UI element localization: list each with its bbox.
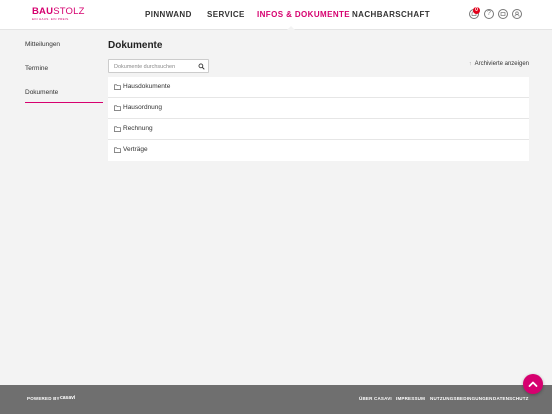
footer: POWERED BY casavi ÜBER CASAVI IMPRESSUM … [0,385,552,414]
casavi-logo[interactable]: casavi [60,395,75,401]
folder-label: Rechnung [123,125,153,132]
chevron-up-icon [528,381,538,387]
powered-by-label: POWERED BY [27,396,60,401]
nav-nachbarschaft[interactable]: NACHBARSCHAFT [352,10,430,19]
footer-link-datenschutz[interactable]: DATENSCHUTZ [493,396,529,401]
folder-label: Hausdokumente [123,83,171,90]
search-icon[interactable] [198,63,205,70]
nav-service[interactable]: SERVICE [207,10,245,19]
document-list: Hausdokumente Hausordnung Rechnung Vertr… [108,77,529,161]
folder-icon [114,147,121,153]
search-input[interactable] [114,62,194,71]
user-icon [514,11,520,17]
messages-icon[interactable] [498,9,508,19]
arrow-up-icon: ↑ [468,61,472,67]
folder-icon [114,84,121,90]
profile-icon[interactable] [512,9,522,19]
sidebar-item-mitteilungen[interactable]: Mitteilungen [25,34,103,58]
show-archived-label: Archivierte anzeigen [474,61,529,67]
folder-row[interactable]: Hausordnung [108,98,529,119]
sidebar-item-termine[interactable]: Termine [25,58,103,82]
folder-icon [114,105,121,111]
folder-row[interactable]: Rechnung [108,119,529,140]
nav-infos-dokumente[interactable]: INFOS & DOKUMENTE [257,10,350,19]
document-search [108,59,209,73]
folder-row[interactable]: Hausdokumente [108,77,529,98]
folder-icon [114,126,121,132]
active-nav-indicator [287,26,295,30]
folder-label: Hausordnung [123,104,163,111]
show-archived-toggle[interactable]: ↑ Archivierte anzeigen [469,61,529,67]
page-title: Dokumente [108,40,163,51]
nav-pinnwand[interactable]: PINNWAND [145,10,192,19]
sidebar-item-dokumente[interactable]: Dokumente [25,82,103,103]
footer-link-impressum[interactable]: IMPRESSUM [396,396,425,401]
folder-row[interactable]: Verträge [108,140,529,161]
folder-label: Verträge [123,146,148,153]
footer-link-nutzungsbedingungen[interactable]: NUTZUNGSBEDINGUNGEN [430,396,493,401]
chat-icon [500,12,506,16]
help-icon[interactable]: ? [484,9,494,19]
footer-link-ueber-casavi[interactable]: ÜBER CASAVI [359,396,392,401]
scroll-to-top-button[interactable] [523,374,543,394]
sidebar: Mitteilungen Termine Dokumente [25,30,103,103]
top-header: BAUSTOLZ EIN HAUS. EIN PREIS. PINNWAND S… [0,0,552,30]
notifications-badge: 0 [473,7,480,14]
